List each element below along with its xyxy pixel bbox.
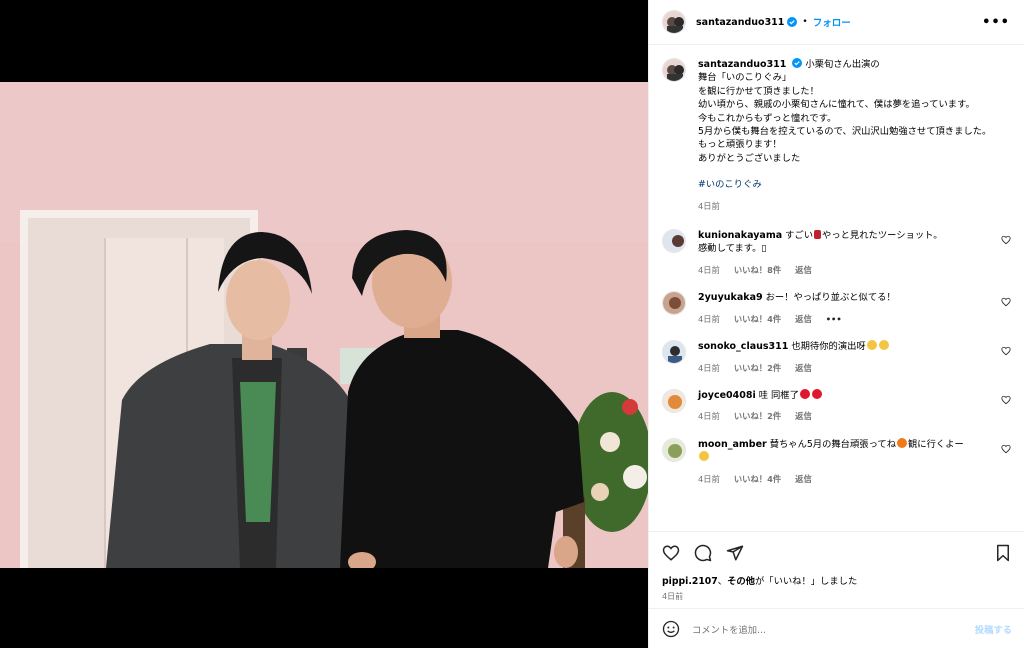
smiley-emoji-icon bbox=[699, 451, 709, 462]
reply-button[interactable]: 返信 bbox=[795, 313, 812, 326]
caption-line: 今もこれからもずっと憧れです。 bbox=[698, 112, 837, 124]
comment-likes[interactable]: いいね！2件 bbox=[734, 362, 781, 375]
commenter-username[interactable]: 2yuyukaka9 bbox=[698, 292, 763, 303]
commenter-avatar[interactable] bbox=[662, 229, 686, 254]
post-actions: pippi.2107、その他が「いいね！」しました 4日前 bbox=[649, 531, 1024, 602]
caption-timestamp[interactable]: 4日前 bbox=[698, 200, 1011, 213]
like-comment-heart-icon[interactable] bbox=[1001, 444, 1011, 454]
post-date[interactable]: 4日前 bbox=[662, 591, 1012, 602]
comment-likes[interactable]: いいね！2件 bbox=[734, 410, 781, 423]
author-avatar[interactable] bbox=[662, 10, 686, 34]
photo-illustration bbox=[0, 82, 648, 568]
hashtag-link[interactable]: #いのこりぐみ bbox=[698, 178, 1011, 191]
bookmark-icon[interactable] bbox=[994, 544, 1012, 562]
likes-text: 、 bbox=[717, 576, 728, 587]
commenter-avatar[interactable] bbox=[662, 388, 686, 413]
comment-time[interactable]: 4日前 bbox=[698, 362, 720, 375]
post-side-panel: santazanduo311 • フォロー ••• santazanduo311… bbox=[648, 0, 1024, 648]
comments-scroll-area[interactable]: santazanduo311 小栗旬さん出演の 舞台「いのこりぐみ」 を観に行か… bbox=[649, 46, 1024, 531]
caption-line: 5月から僕も舞台を控えているので、沢山沢山勉強させて頂きました。 bbox=[698, 126, 992, 138]
heart-emoji-icon bbox=[814, 230, 822, 240]
comment-time[interactable]: 4日前 bbox=[698, 264, 720, 277]
liker-username[interactable]: pippi.2107 bbox=[662, 576, 718, 587]
author-username[interactable]: santazanduo311 bbox=[696, 17, 784, 28]
comment-text: おー！やっぱり並ぶと似てる！ bbox=[765, 292, 896, 304]
comment-text: やっと見れたツーショット。 bbox=[822, 230, 943, 242]
commenter-username[interactable]: kunionakayama bbox=[698, 230, 782, 241]
reply-button[interactable]: 返信 bbox=[795, 264, 812, 277]
like-comment-heart-icon[interactable] bbox=[1001, 395, 1011, 405]
commenter-avatar[interactable] bbox=[662, 340, 686, 365]
caption-line: ありがとうございました bbox=[698, 152, 801, 164]
caption-username[interactable]: santazanduo311 bbox=[698, 59, 786, 70]
comment-likes[interactable]: いいね！4件 bbox=[734, 473, 781, 486]
comment-bubble-icon[interactable] bbox=[694, 544, 712, 562]
liked-others-link[interactable]: その他 bbox=[727, 576, 755, 587]
comment-item: joyce0408i 哇 同框了 4日前 いいね！2件 返信 bbox=[662, 388, 1011, 424]
smiley-emoji-icon bbox=[866, 340, 877, 351]
caption-line: 舞台「いのこりぐみ」 bbox=[698, 72, 792, 84]
like-comment-heart-icon[interactable] bbox=[1001, 346, 1011, 356]
comment-input[interactable]: コメントを追加... bbox=[692, 622, 975, 636]
comment-text: 賛ちゃん5月の舞台頑張ってね bbox=[769, 438, 896, 450]
add-comment-bar: コメントを追加... 投稿する bbox=[649, 608, 1024, 648]
reply-button[interactable]: 返信 bbox=[795, 362, 812, 375]
heart-emoji-icon bbox=[799, 388, 810, 399]
heart-emoji-icon bbox=[897, 437, 907, 448]
commenter-avatar[interactable] bbox=[662, 437, 686, 462]
follow-button[interactable]: フォロー bbox=[813, 15, 851, 29]
comment-text: 哇 同框了 bbox=[758, 389, 799, 401]
comment-time[interactable]: 4日前 bbox=[698, 410, 720, 423]
post-caption: santazanduo311 小栗旬さん出演の 舞台「いのこりぐみ」 を観に行か… bbox=[662, 58, 1011, 213]
comment-time[interactable]: 4日前 bbox=[698, 473, 720, 486]
caption-line: 幼い頃から、親戚の小栗旬さんに憧れて、僕は夢を追っています。 bbox=[698, 99, 975, 111]
comment-time[interactable]: 4日前 bbox=[698, 313, 720, 326]
caption-line: もっと頑張ります！ bbox=[698, 139, 782, 151]
smiley-emoji-icon bbox=[878, 340, 889, 351]
heart-emoji-icon bbox=[811, 388, 822, 399]
commenter-username[interactable]: sonoko_claus311 bbox=[698, 341, 788, 352]
verified-badge-icon bbox=[792, 58, 803, 68]
reply-button[interactable]: 返信 bbox=[795, 473, 812, 486]
comment-item: 2yuyukaka9 おー！やっぱり並ぶと似てる！ 4日前 いいね！4件 返信 … bbox=[662, 291, 1011, 326]
caption-line: 小栗旬さん出演の bbox=[805, 59, 880, 70]
comment-likes[interactable]: いいね！8件 bbox=[734, 264, 781, 277]
post-comment-button[interactable]: 投稿する bbox=[975, 622, 1012, 636]
commenter-username[interactable]: moon_amber bbox=[698, 439, 767, 450]
reply-button[interactable]: 返信 bbox=[795, 410, 812, 423]
like-heart-icon[interactable] bbox=[662, 544, 680, 562]
post-photo[interactable] bbox=[0, 82, 648, 568]
commenter-username[interactable]: joyce0408i bbox=[698, 390, 756, 401]
comment-item: moon_amber 賛ちゃん5月の舞台頑張ってね 観に行くよー 4日前 いいね！… bbox=[662, 437, 1011, 486]
likes-summary: pippi.2107、その他が「いいね！」しました bbox=[662, 573, 1012, 587]
like-comment-heart-icon[interactable] bbox=[1001, 235, 1011, 245]
post-header: santazanduo311 • フォロー ••• bbox=[649, 0, 1024, 45]
comment-likes[interactable]: いいね！4件 bbox=[734, 313, 781, 326]
post-media[interactable] bbox=[0, 0, 648, 648]
comment-text: 観に行くよー bbox=[908, 438, 964, 450]
verified-badge-icon bbox=[787, 17, 798, 27]
emoji-smiley-icon[interactable] bbox=[662, 620, 680, 638]
separator-dot: • bbox=[802, 17, 808, 27]
comment-text: 也期待你的演出呀 bbox=[791, 341, 866, 353]
comment-text: 感動してます。▯ bbox=[698, 243, 767, 255]
commenter-avatar[interactable] bbox=[662, 291, 686, 316]
caption-line: を観に行かせて頂きました！ bbox=[698, 85, 819, 97]
share-paper-plane-icon[interactable] bbox=[726, 544, 744, 562]
likes-text: が「いいね！」しました bbox=[754, 576, 858, 587]
comment-text: すごい bbox=[785, 230, 814, 242]
comment-item: sonoko_claus311 也期待你的演出呀 4日前 いいね！2件 返信 bbox=[662, 340, 1011, 375]
author-avatar-caption[interactable] bbox=[662, 58, 686, 82]
comment-item: kunionakayama すごい やっと見れたツーショット。 感動してます。▯ … bbox=[662, 229, 1011, 277]
more-options-icon[interactable]: ••• bbox=[982, 15, 1010, 30]
comment-options-icon[interactable]: ••• bbox=[826, 313, 842, 326]
like-comment-heart-icon[interactable] bbox=[1001, 297, 1011, 307]
